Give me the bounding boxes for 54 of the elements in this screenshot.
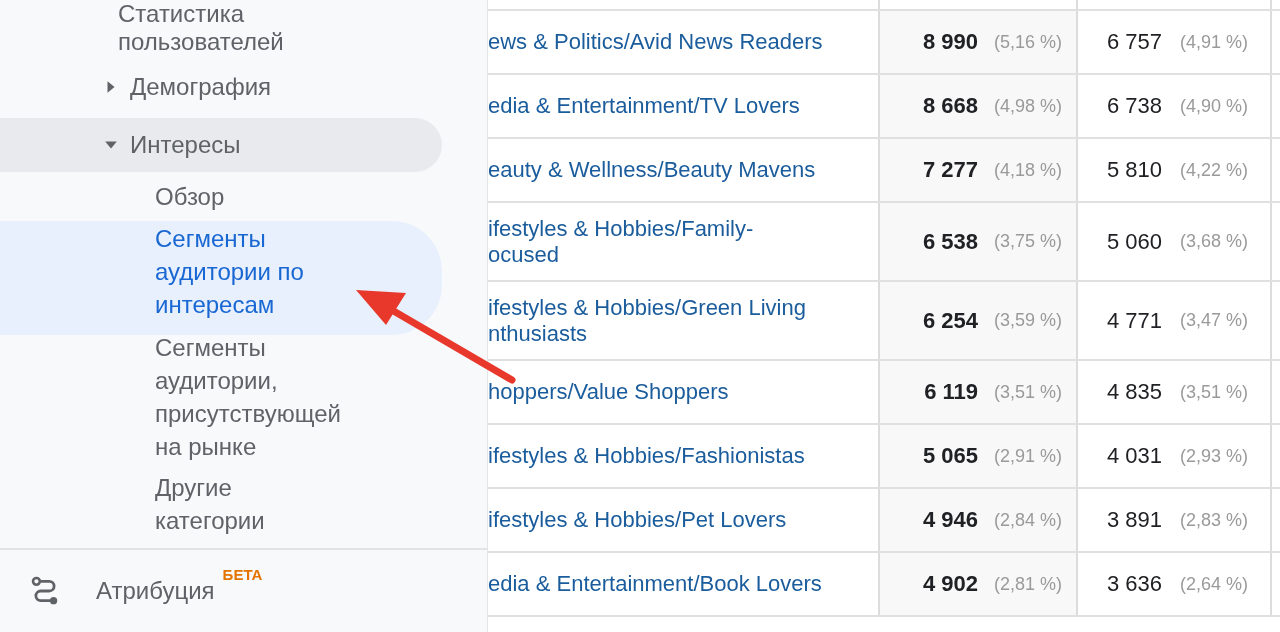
table-cell: 5 810 (1106, 157, 1162, 183)
table-cell: (4,98 %) (993, 95, 1062, 117)
beta-label: БЕТА (222, 566, 263, 583)
table-cell: (4,91 %) (1179, 31, 1248, 53)
table-cell: (2,83 %) (1179, 509, 1248, 531)
table-cell: (3,75 %) (993, 231, 1062, 252)
segment-link[interactable]: ews & Politics/Avid News Readers (488, 29, 823, 55)
table-cell: (2,84 %) (993, 509, 1062, 531)
nav-link[interactable]: Другие категории (0, 467, 442, 541)
segment-link[interactable]: ifestyles & Hobbies/Family- ocused (488, 215, 754, 268)
table-cell: (3,47 %) (1179, 310, 1248, 331)
attribution-link[interactable]: Атрибуция (96, 577, 215, 605)
table-cell: (3,51 %) (1179, 381, 1248, 403)
table-cell: (3,59 %) (993, 310, 1062, 331)
table-cell: (2,64 %) (1179, 573, 1248, 595)
table-cell: 8 990 (922, 29, 978, 55)
segment-link[interactable]: edia & Entertainment/TV Lovers (488, 93, 800, 119)
table-cell: (5,16 %) (993, 31, 1062, 53)
table-cell: 7 277 (922, 157, 978, 183)
nav-link[interactable]: Обзор (0, 176, 442, 217)
table-cell: (3,51 %) (993, 381, 1062, 403)
table-cell: 4 946 (922, 507, 978, 533)
segment-link[interactable]: hoppers/Value Shoppers (488, 379, 729, 405)
segment-link[interactable]: ifestyles & Hobbies/Green Living nthusiasts (488, 294, 806, 347)
table-cell: (4,22 %) (1179, 159, 1248, 181)
table-cell: 3 636 (1106, 571, 1162, 597)
table-cell: (2,91 %) (993, 445, 1062, 467)
table-cell: 4 902 (922, 571, 978, 597)
table-cell: (2,93 %) (1179, 445, 1248, 467)
table-cell: (4,18 %) (993, 159, 1062, 181)
table-cell: (4,90 %) (1179, 95, 1248, 117)
nav-link[interactable]: Сегменты аудитории по интересам (0, 221, 442, 335)
table-cell: 6 538 (922, 228, 978, 255)
nav-category[interactable]: Интересы (0, 118, 442, 172)
table-cell: 4 835 (1106, 379, 1162, 405)
segment-link[interactable]: eauty & Wellness/Beauty Mavens (488, 157, 816, 183)
table-cell: 5 060 (1106, 228, 1162, 255)
table-cell: 5 065 (922, 443, 978, 469)
table-cell: 6 757 (1106, 29, 1162, 55)
table-cell: 4 771 (1106, 307, 1162, 334)
table-cell: 8 668 (922, 93, 978, 119)
table-cell: (3,68 %) (1179, 231, 1248, 252)
segment-link[interactable]: ifestyles & Hobbies/Pet Lovers (488, 507, 787, 533)
nav-heading: Статистика пользователей (117, 0, 285, 57)
segment-link[interactable]: ifestyles & Hobbies/Fashionistas (488, 443, 805, 469)
nav-category[interactable]: Демография (0, 60, 442, 114)
table-cell: 6 119 (924, 379, 978, 405)
table-cell: 4 031 (1106, 443, 1162, 469)
table-cell: 3 891 (1106, 507, 1162, 533)
table-cell: (2,81 %) (993, 573, 1062, 595)
table-cell: 6 738 (1106, 93, 1162, 119)
table-cell: 6 254 (922, 307, 978, 334)
segment-link[interactable]: edia & Entertainment/Book Lovers (488, 571, 822, 597)
path-icon (30, 576, 60, 606)
